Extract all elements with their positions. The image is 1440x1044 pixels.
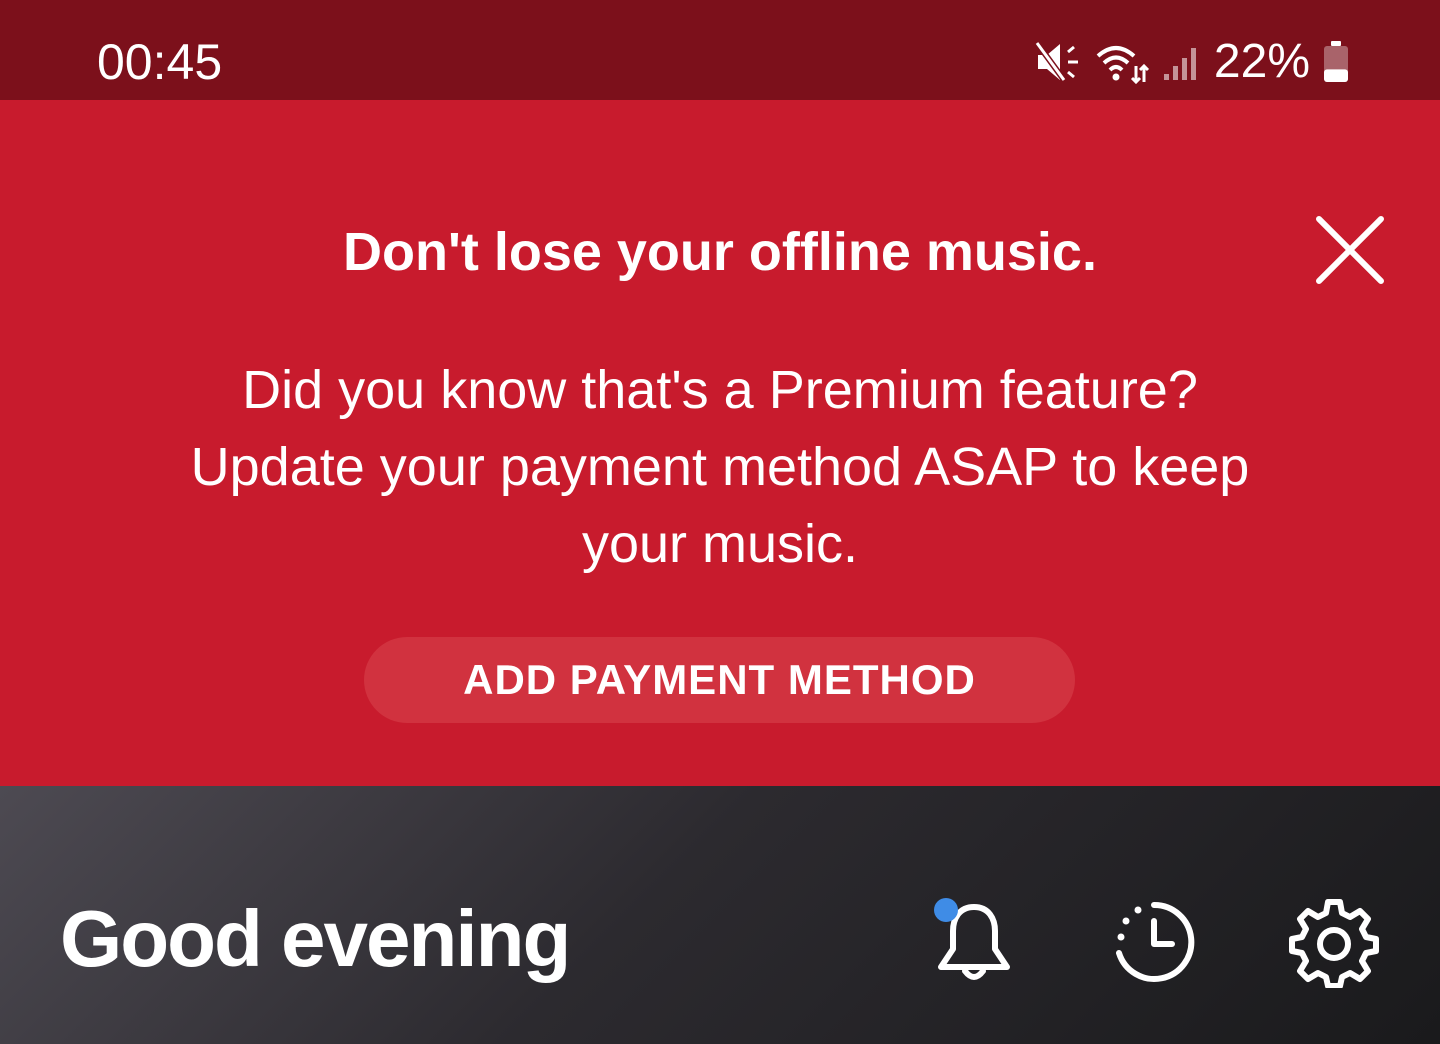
greeting-title: Good evening [60,894,571,983]
notification-dot [934,898,958,922]
gear-icon [1289,899,1379,988]
home-header: Good evening [0,786,1440,1044]
signal-icon [1162,42,1202,82]
mute-icon [1034,40,1082,84]
battery-icon [1322,40,1350,84]
wifi-icon [1094,40,1150,84]
banner-title: Don't lose your offline music. [343,222,1097,282]
banner-message-line: your music. [581,514,859,574]
status-icons: 22% [1034,30,1350,94]
banner-message-line: Update your payment method ASAP to keep [190,437,1250,497]
add-payment-method-button[interactable]: ADD PAYMENT METHOD [364,637,1075,723]
battery-percent: 22% [1213,35,1310,88]
banner-message-line: Did you know that's a Premium feature? [242,360,1198,420]
close-button[interactable] [1306,206,1394,294]
settings-button[interactable] [1286,894,1382,990]
payment-warning-banner: Don't lose your offline music. Did you k… [0,100,1440,786]
recently-played-button[interactable] [1106,894,1202,990]
status-bar: 00:45 22% [0,0,1440,100]
status-time: 00:45 [97,34,223,90]
close-icon [1316,216,1384,284]
banner-message: Did you know that's a Premium feature? U… [110,352,1330,583]
notifications-button[interactable] [926,894,1022,990]
recent-history-icon [1116,901,1195,982]
